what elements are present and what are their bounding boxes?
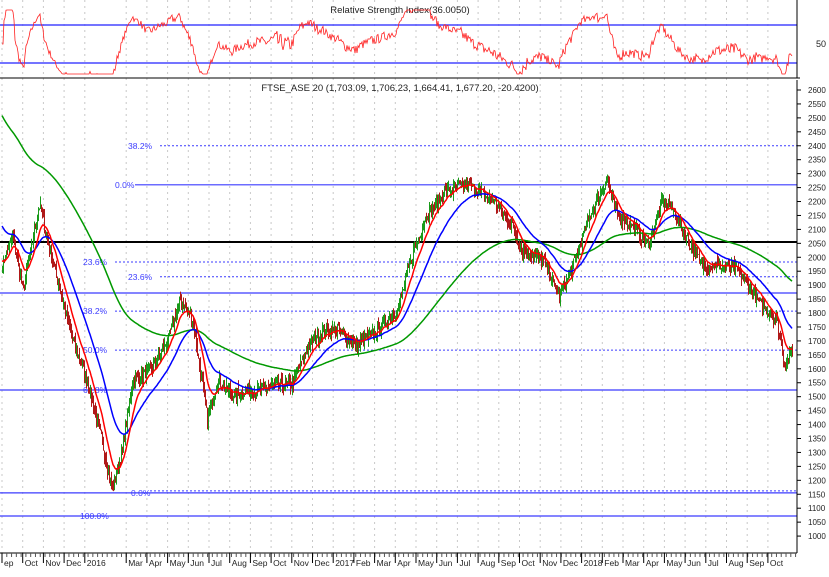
x-tick-label: Jul [459, 558, 470, 568]
x-tick-label: Mar [377, 558, 392, 568]
x-tick-label: Jun [439, 558, 453, 568]
moving-averages [1, 115, 793, 470]
price-title: FTSE_ASE 20 (1,703.09, 1,706.23, 1,664.4… [261, 83, 538, 94]
y-tick-label: 1150 [808, 490, 826, 499]
rsi-title: Relative Strength Index(36.0050) [330, 5, 469, 16]
y-tick-label: 2300 [808, 170, 826, 179]
y-tick-label: 2100 [808, 225, 826, 234]
y-tick-label: 1300 [808, 448, 826, 457]
x-tick-label: Aug [729, 558, 744, 568]
price-bars [2, 174, 793, 492]
y-tick-label: 1900 [808, 281, 826, 290]
y-tick-label: 2400 [808, 142, 826, 151]
y-tick-label: 2600 [808, 86, 826, 95]
x-tick-label: Oct [770, 558, 784, 568]
fib-label: 100.0% [80, 511, 109, 521]
x-tick-label: Sep [501, 558, 516, 568]
fib-label: 38.2% [83, 306, 108, 316]
rsi-panel: Relative Strength Index(36.0050) 50 [0, 0, 826, 78]
x-tick-label: Feb [604, 558, 619, 568]
long-moving-average-line [1, 115, 793, 372]
x-tick-label: 2017 [335, 558, 354, 568]
y-tick-label: 1850 [808, 295, 826, 304]
fib-label: 38.2% [128, 141, 153, 151]
y-tick-label: 1700 [808, 337, 826, 346]
y-axis: 2600 2550 2500 2450 2400 2350 2300 2250 2200 2150… [796, 80, 826, 553]
y-tick-label: 1100 [808, 504, 826, 513]
y-tick-label: 1500 [808, 393, 826, 402]
y-tick-label: 1950 [808, 267, 826, 276]
x-tick-label: Oct [25, 558, 39, 568]
y-tick-label: 1250 [808, 462, 826, 471]
y-tick-label: 1200 [808, 476, 826, 485]
x-tick-label: May [170, 558, 187, 568]
x-tick-label: Jul [211, 558, 222, 568]
stock-chart: Relative Strength Index(36.0050) 50 FTSE… [0, 0, 826, 568]
y-tick-label: 1550 [808, 379, 826, 388]
x-tick-label: Aug [232, 558, 247, 568]
x-tick-label: Dec [315, 558, 331, 568]
x-tick-label: May [418, 558, 435, 568]
x-tick-label: Nov [294, 558, 310, 568]
x-tick-label: Sep [252, 558, 267, 568]
rsi-tick-50: 50 [816, 39, 826, 49]
x-tick-label: Apr [646, 558, 659, 568]
x-tick-label: Dec [66, 558, 82, 568]
rsi-line [2, 9, 793, 75]
y-tick-label: 1400 [808, 421, 826, 430]
y-tick-label: 1350 [808, 435, 826, 444]
y-tick-label: 2000 [808, 253, 826, 262]
y-tick-label: 1050 [808, 518, 826, 527]
fib-label: 23.6% [128, 272, 153, 282]
x-tick-label: Mar [625, 558, 640, 568]
x-tick-label: Aug [480, 558, 495, 568]
x-tick-label: 2018 [584, 558, 603, 568]
y-tick-label: 2550 [808, 100, 826, 109]
x-tick-label: Dec [563, 558, 579, 568]
y-tick-label: 2050 [808, 239, 826, 248]
x-tick-label: Feb [356, 558, 371, 568]
y-tick-label: 1650 [808, 351, 826, 360]
x-tick-label: Nov [542, 558, 558, 568]
x-tick-label: Oct [273, 558, 287, 568]
y-tick-label: 1000 [808, 532, 826, 541]
y-tick-label: 2500 [808, 114, 826, 123]
x-tick-label: Apr [149, 558, 162, 568]
fib-label: 0.0% [115, 180, 135, 190]
x-tick-label: Jul [708, 558, 719, 568]
x-axis: ep Oct Nov Dec 2016 Mar Apr May Jun Jul Aug Sep Oct N… [0, 552, 797, 568]
x-tick-label: Oct [522, 558, 536, 568]
y-tick-label: 2350 [808, 156, 826, 165]
y-tick-label: 2200 [808, 198, 826, 207]
x-tick-label: Jun [190, 558, 204, 568]
y-tick-label: 1750 [808, 323, 826, 332]
x-tick-label: Sep [749, 558, 764, 568]
x-tick-label: ep [4, 558, 14, 568]
y-tick-label: 1450 [808, 407, 826, 416]
y-tick-label: 2250 [808, 184, 826, 193]
y-tick-label: 1800 [808, 309, 826, 318]
x-tick-label: Jun [687, 558, 701, 568]
x-tick-label: May [666, 558, 683, 568]
y-tick-label: 1600 [808, 365, 826, 374]
x-tick-label: Apr [397, 558, 410, 568]
y-tick-label: 2150 [808, 211, 826, 220]
x-tick-label: Nov [45, 558, 61, 568]
y-tick-label: 2450 [808, 128, 826, 137]
x-tick-label: Mar [128, 558, 143, 568]
fib-label: 0.0% [131, 488, 151, 498]
x-tick-label: 2016 [87, 558, 106, 568]
